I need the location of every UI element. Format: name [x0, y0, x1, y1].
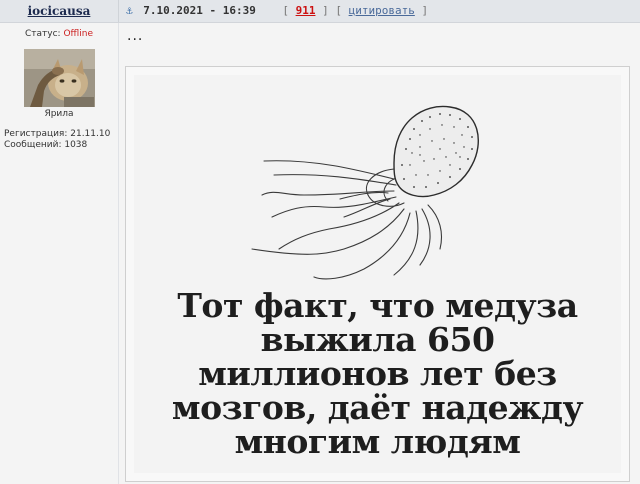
bracket-separator: ] [	[322, 4, 342, 17]
meme-line: многим людям	[234, 422, 521, 461]
messages-count: Сообщений: 1038	[4, 140, 88, 150]
avatar-caption: Ярила	[44, 109, 74, 119]
post-image-frame: Тот факт, что медуза выжила 650 миллионо…	[125, 66, 630, 482]
user-sidebar: Статус: Offline Ярила Регистрация: 21.11…	[0, 23, 119, 484]
meme-caption: Тот факт, что медуза выжила 650 миллионо…	[134, 289, 621, 459]
meme-line: миллионов лет без	[198, 354, 557, 393]
meme-line: Тот факт, что медуза	[177, 286, 578, 325]
meme-image[interactable]: Тот факт, что медуза выжила 650 миллионо…	[134, 75, 621, 473]
username-cell: iocicausa	[0, 0, 119, 22]
jellyfish-illustration	[251, 105, 479, 280]
anchor-icon[interactable]: ⚓	[126, 4, 133, 17]
bracket-close: ]	[421, 4, 429, 17]
meme-line: мозгов, даёт надежду	[171, 388, 584, 427]
avatar[interactable]	[24, 49, 95, 107]
status-line: Статус: Offline	[0, 29, 118, 39]
status-label: Статус:	[25, 29, 61, 39]
post-header: iocicausa ⚓ 7.10.2021 - 16:39 [ 911 ] [ …	[0, 0, 640, 23]
post-meta: ⚓ 7.10.2021 - 16:39 [ 911 ] [ цитировать…	[126, 4, 428, 17]
meme-line: выжила 650	[260, 320, 495, 359]
username-link[interactable]: iocicausa	[28, 4, 91, 18]
status-value: Offline	[63, 29, 93, 39]
avatar-cat-image	[24, 49, 95, 107]
post-text: ...	[127, 28, 144, 44]
registration-info: Регистрация: 21.11.10	[4, 129, 111, 139]
post-date: 7.10.2021 - 16:39	[143, 4, 256, 17]
bracket-open: [	[282, 4, 289, 17]
quote-link[interactable]: цитировать	[349, 4, 415, 17]
post-number-link[interactable]: 911	[296, 4, 316, 17]
